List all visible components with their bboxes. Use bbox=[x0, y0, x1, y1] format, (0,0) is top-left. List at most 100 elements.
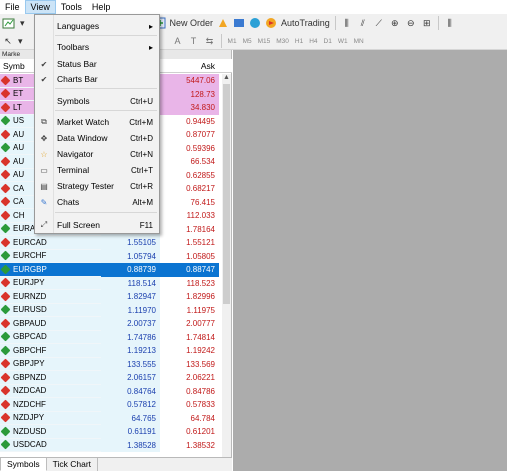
timeframe-w1[interactable]: W1 bbox=[335, 38, 351, 45]
symbol-name: EURCHF bbox=[13, 251, 47, 261]
chart-workspace[interactable] bbox=[233, 50, 507, 471]
column-ask[interactable]: Ask bbox=[160, 59, 219, 72]
cursor-icon[interactable]: ↖ bbox=[0, 33, 16, 49]
menu-separator bbox=[55, 212, 157, 213]
menu-item-terminal[interactable]: ▭ Terminal Ctrl+T bbox=[35, 163, 159, 177]
menu-item-market-watch[interactable]: ⧉ Market Watch Ctrl+M bbox=[35, 115, 159, 129]
ask-cell: 118.523 bbox=[186, 278, 215, 288]
menu-item-languages[interactable]: Languages ▸ bbox=[35, 19, 159, 33]
timeframe-h1[interactable]: H1 bbox=[292, 38, 306, 45]
price-up-icon bbox=[0, 223, 11, 234]
scrollbar[interactable]: ▲ ▼ bbox=[222, 74, 231, 471]
symbol-cell: USDCAD bbox=[0, 438, 101, 452]
table-row[interactable]: NZDCAD 0.84764 0.84786 bbox=[0, 384, 222, 398]
timeframe-m5[interactable]: M5 bbox=[240, 38, 255, 45]
table-row[interactable]: EURJPY 118.514 118.523 bbox=[0, 276, 222, 290]
view-menu: Languages ▸ Toolbars ▸ ✔ Status Bar ✔ Charts Ba… bbox=[34, 14, 160, 234]
table-row[interactable]: GBPNZD 2.06157 2.06221 bbox=[0, 371, 222, 385]
table-row[interactable]: EURGBP 0.88739 0.88747 bbox=[0, 263, 222, 277]
menu-item-toolbars[interactable]: Toolbars ▸ bbox=[35, 40, 159, 54]
new-order-button[interactable]: New Order bbox=[168, 15, 216, 31]
timeframe-h4[interactable]: H4 bbox=[306, 38, 320, 45]
symbol-name: EURCAD bbox=[13, 237, 47, 247]
menu-help[interactable]: Help bbox=[87, 0, 116, 14]
dropdown-arrow-icon[interactable]: ▾ bbox=[16, 33, 25, 49]
table-row[interactable]: EURUSD 1.11970 1.11975 bbox=[0, 303, 222, 317]
signals-icon[interactable] bbox=[231, 15, 247, 31]
symbol-cell: GBPAUD bbox=[0, 317, 101, 331]
timeframe-m15[interactable]: M15 bbox=[255, 38, 274, 45]
menu-item-charts-bar[interactable]: ✔ Charts Bar bbox=[35, 72, 159, 86]
table-row[interactable]: NZDJPY 64.765 64.784 bbox=[0, 411, 222, 425]
menu-view[interactable]: View bbox=[24, 0, 56, 14]
menu-item-navigator[interactable]: ☆ Navigator Ctrl+N bbox=[35, 147, 159, 161]
arrows-icon[interactable]: ⇆ bbox=[202, 33, 218, 49]
menu-item-shortcut: F11 bbox=[139, 220, 153, 230]
ask-cell: 1.78164 bbox=[186, 224, 215, 234]
table-row[interactable]: EURCHF 1.05794 1.05805 bbox=[0, 249, 222, 263]
zoom-out-icon[interactable]: ⊖ bbox=[403, 15, 419, 31]
timeframe-m1[interactable]: M1 bbox=[225, 38, 240, 45]
timeframe-m30[interactable]: M30 bbox=[273, 38, 292, 45]
ask-cell: 34.830 bbox=[160, 101, 219, 115]
table-row[interactable]: NZDUSD 0.61191 0.61201 bbox=[0, 425, 222, 439]
metaeditor-icon[interactable] bbox=[215, 15, 231, 31]
price-down-icon bbox=[0, 372, 11, 383]
ask-cell: 128.73 bbox=[160, 87, 219, 101]
table-row[interactable]: EURCAD 1.55105 1.55121 bbox=[0, 236, 222, 250]
menu-item-label: Full Screen bbox=[57, 220, 100, 230]
symbol-name: EURGBP bbox=[13, 264, 47, 274]
dropdown-arrow-icon[interactable]: ▾ bbox=[18, 15, 27, 31]
menu-file[interactable]: File bbox=[0, 0, 25, 14]
ask-cell: 0.94495 bbox=[186, 116, 215, 126]
table-row[interactable]: NZDCHF 0.57812 0.57833 bbox=[0, 398, 222, 412]
bar-chart-icon[interactable]: ⫼ bbox=[339, 15, 355, 31]
symbol-cell: EURUSD bbox=[0, 303, 101, 317]
menu-bar: File View Tools Help bbox=[0, 0, 507, 14]
autotrading-icon[interactable] bbox=[263, 15, 279, 31]
scroll-up-icon[interactable]: ▲ bbox=[222, 74, 231, 84]
zoom-in-icon[interactable]: ⊕ bbox=[387, 15, 403, 31]
price-up-icon bbox=[0, 439, 11, 450]
text-tool-icon[interactable]: A bbox=[170, 33, 186, 49]
menu-item-full-screen[interactable]: ⤢ Full Screen F11 bbox=[35, 218, 159, 232]
chart-shift-icon[interactable]: ⫼ bbox=[442, 15, 458, 31]
navigator-icon: ☆ bbox=[40, 149, 48, 159]
ask-cell: 1.19242 bbox=[186, 346, 215, 355]
table-row[interactable]: GBPAUD 2.00737 2.00777 bbox=[0, 317, 222, 331]
symbol-name: NZDCAD bbox=[13, 386, 47, 396]
menu-item-chats[interactable]: ✎ Chats Alt+M bbox=[35, 195, 159, 209]
menu-item-status-bar[interactable]: ✔ Status Bar bbox=[35, 57, 159, 71]
table-row[interactable]: GBPCAD 1.74786 1.74814 bbox=[0, 330, 222, 344]
autotrading-button[interactable]: AutoTrading bbox=[279, 15, 332, 31]
table-row[interactable]: EURNZD 1.82947 1.82996 bbox=[0, 290, 222, 304]
menu-item-symbols[interactable]: Symbols Ctrl+U bbox=[35, 94, 159, 108]
ask-cell: 0.62855 bbox=[186, 170, 215, 180]
scrollbar-thumb[interactable] bbox=[223, 84, 230, 304]
ask-cell: 2.00777 bbox=[186, 319, 215, 328]
menu-separator bbox=[55, 88, 157, 89]
table-row[interactable]: USDCAD 1.38528 1.38532 bbox=[0, 438, 222, 452]
tab-tick-chart[interactable]: Tick Chart bbox=[47, 458, 99, 471]
candlestick-icon[interactable]: ⫽ bbox=[355, 15, 371, 31]
menu-tools[interactable]: Tools bbox=[56, 0, 87, 14]
ask-cell: 1.38532 bbox=[186, 440, 215, 450]
timeframe-mn[interactable]: MN bbox=[351, 38, 367, 45]
timeframe-d1[interactable]: D1 bbox=[321, 38, 335, 45]
menu-item-data-window[interactable]: ✥ Data Window Ctrl+D bbox=[35, 131, 159, 145]
table-row[interactable]: GBPCHF 1.19213 1.19242 bbox=[0, 344, 222, 358]
menu-item-shortcut: Ctrl+U bbox=[130, 96, 153, 106]
tab-symbols[interactable]: Symbols bbox=[0, 458, 47, 471]
price-down-icon bbox=[0, 210, 11, 221]
price-down-icon bbox=[0, 88, 11, 99]
market-icon[interactable] bbox=[247, 15, 263, 31]
ask-cell: 0.59396 bbox=[186, 143, 215, 153]
table-row[interactable]: GBPJPY 133.555 133.569 bbox=[0, 357, 222, 371]
menu-item-strategy-tester[interactable]: ▤ Strategy Tester Ctrl+R bbox=[35, 179, 159, 193]
price-down-icon bbox=[0, 196, 11, 207]
bid-cell: 64.765 bbox=[101, 411, 160, 425]
new-chart-icon[interactable] bbox=[0, 15, 18, 31]
text-label-icon[interactable]: T bbox=[186, 33, 202, 49]
line-chart-icon[interactable]: ⟋ bbox=[371, 15, 387, 31]
tile-windows-icon[interactable]: ⊞ bbox=[419, 15, 435, 31]
